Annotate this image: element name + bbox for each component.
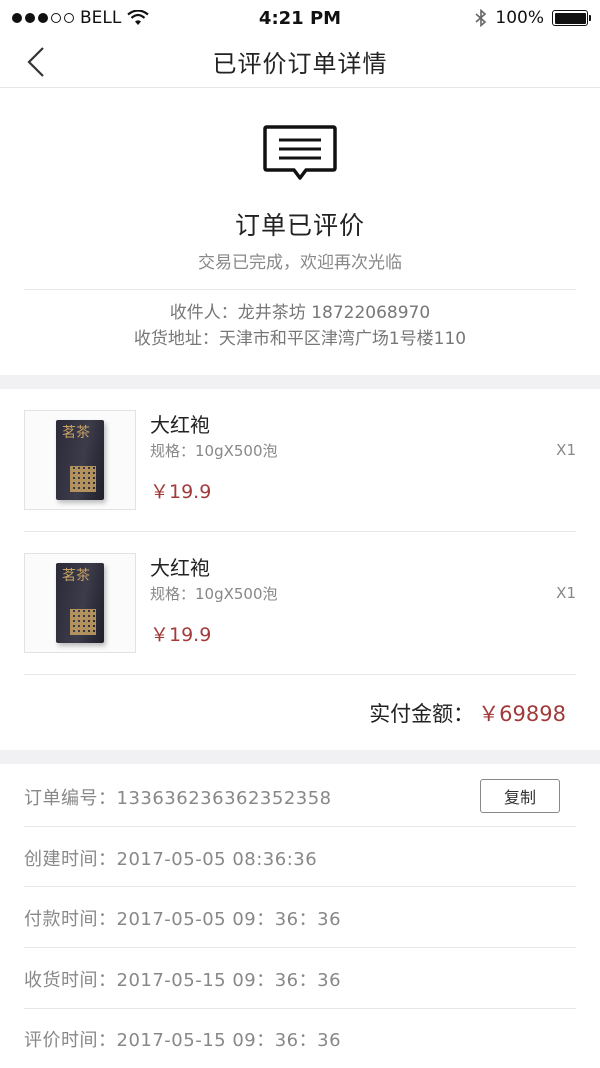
order-status-title: 订单已评价 (234, 211, 365, 240)
order-status-section: 订单已评价 交易已完成，欢迎再次光临 (0, 88, 600, 288)
navigation-bar: 已评价订单详情 (0, 36, 600, 88)
created-time-row: 创建时间：2017-05-05 08:36:36 (0, 827, 600, 887)
signal-dot (38, 13, 48, 23)
wifi-icon (127, 10, 150, 25)
signal-dot (25, 13, 35, 23)
tea-box-graphic: 茗茶 (56, 420, 104, 500)
created-time: 创建时间：2017-05-05 08:36:36 (24, 849, 318, 870)
divider (24, 674, 576, 675)
tea-box-graphic: 茗茶 (56, 563, 104, 643)
signal-dot (51, 13, 61, 23)
carrier-name: BELL (80, 8, 122, 28)
product-spec: 规格：10gX500泡 (150, 442, 278, 460)
section-gap (0, 750, 600, 764)
delivery-address: 收件人：龙井茶坊 18722068970 收货地址：天津市和平区津湾广场1号楼1… (0, 300, 600, 352)
product-item[interactable]: 茗茶 大红袍 规格：10gX500泡 ￥19.9 X1 (0, 389, 600, 531)
section-gap (0, 375, 600, 389)
back-button[interactable] (18, 44, 54, 80)
status-bar: BELL 4:21 PM 100% (0, 0, 600, 36)
product-name: 大红袍 (150, 413, 210, 437)
battery-icon (552, 10, 591, 26)
signal-dot (12, 13, 22, 23)
reviewed-time: 评价时间：2017-05-15 09：36：36 (24, 1030, 342, 1051)
tea-box-label: 茗茶 (62, 425, 90, 441)
chevron-left-icon (27, 47, 44, 77)
order-number: 订单编号：133636236362352358 (24, 788, 332, 809)
product-quantity: X1 (556, 441, 576, 459)
total-label: 实付金额： (369, 702, 475, 726)
received-time: 收货时间：2017-05-15 09：36：36 (24, 970, 342, 991)
copy-button[interactable]: 复制 (480, 779, 560, 813)
product-quantity: X1 (556, 584, 576, 602)
status-left: BELL (12, 8, 150, 28)
battery-percent: 100% (495, 8, 544, 28)
product-spec: 规格：10gX500泡 (150, 585, 278, 603)
tea-box-label: 茗茶 (62, 568, 90, 584)
received-time-row: 收货时间：2017-05-15 09：36：36 (0, 948, 600, 1008)
product-item[interactable]: 茗茶 大红袍 规格：10gX500泡 ￥19.9 X1 (0, 532, 600, 674)
signal-dots (12, 13, 74, 23)
bluetooth-icon (475, 9, 487, 27)
order-status-subtitle: 交易已完成，欢迎再次光临 (198, 253, 402, 273)
signal-dot (64, 13, 74, 23)
address-info: 收货地址：天津市和平区津湾广场1号楼110 (133, 329, 467, 349)
product-price: ￥19.9 (150, 481, 212, 503)
product-image: 茗茶 (24, 553, 136, 653)
reviewed-time-row: 评价时间：2017-05-15 09：36：36 (0, 1008, 600, 1068)
order-total: 实付金额： ￥69898 (369, 698, 566, 728)
battery-fill (554, 12, 586, 24)
total-amount: ￥69898 (478, 702, 566, 726)
order-number-row: 订单编号：133636236362352358 复制 (0, 766, 600, 826)
receiver-info: 收件人：龙井茶坊 18722068970 (169, 303, 431, 323)
tea-box-pattern (70, 466, 96, 492)
paid-time-row: 付款时间：2017-05-05 09：36：36 (0, 887, 600, 947)
paid-time: 付款时间：2017-05-05 09：36：36 (24, 909, 342, 930)
divider (24, 289, 576, 290)
tea-box-pattern (70, 609, 96, 635)
product-image: 茗茶 (24, 410, 136, 510)
page-title: 已评价订单详情 (212, 50, 388, 78)
product-name: 大红袍 (150, 556, 210, 580)
status-right: 100% (475, 8, 591, 28)
product-price: ￥19.9 (150, 624, 212, 646)
message-icon (263, 125, 337, 180)
